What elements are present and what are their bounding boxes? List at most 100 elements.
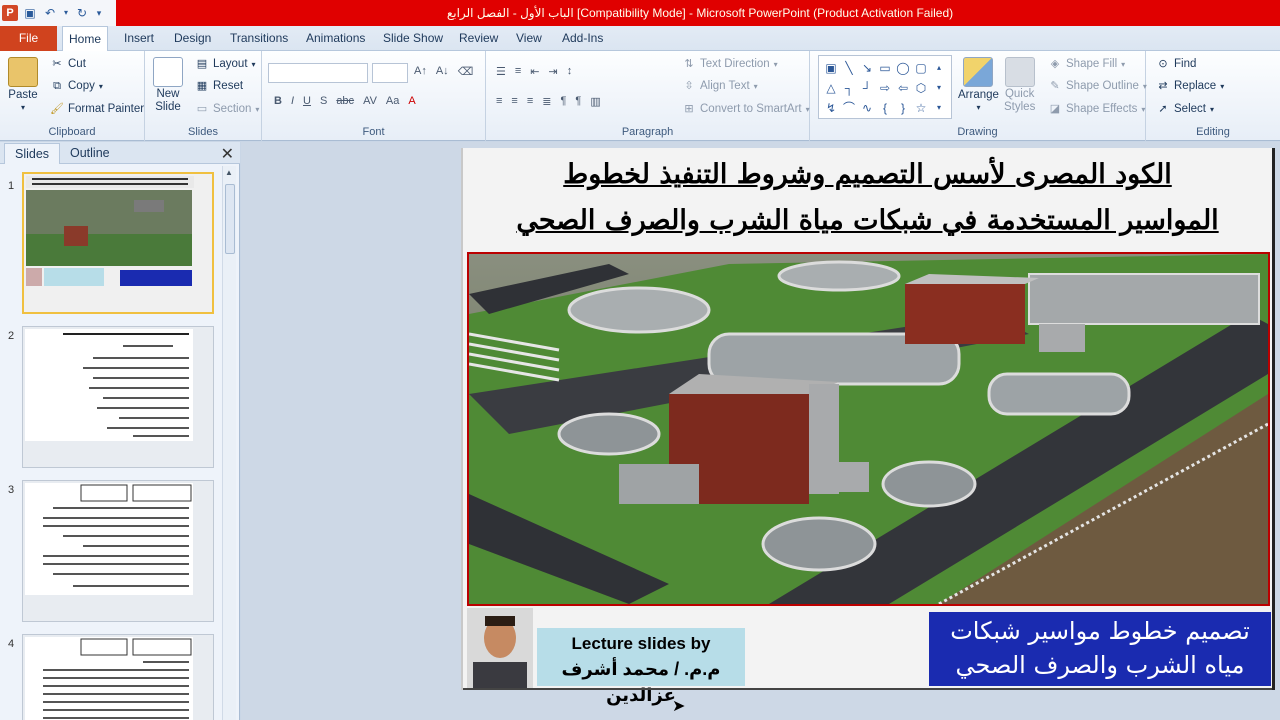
rectangle-shape-icon[interactable]: ▭ bbox=[876, 58, 894, 78]
tab-outline[interactable]: Outline bbox=[60, 143, 120, 164]
clear-formatting-icon[interactable]: ⌫ bbox=[458, 65, 474, 78]
lecture-credit-box[interactable]: Lecture slides by م.م. / محمد أشرف عزالد… bbox=[537, 628, 745, 705]
shapes-gallery[interactable]: ▣ ╲ ↘ ▭ ◯ ▢ ▴ △ ┐ ┘ ⇨ ⇦ ⬡ ▾ ↯ ⌒ ∿{} ☆ ▾ bbox=[818, 55, 952, 119]
save-icon[interactable]: ▣ bbox=[22, 5, 38, 21]
copy-button[interactable]: ⧉ Copy ▾ bbox=[50, 79, 103, 93]
elbow-connector-2-icon[interactable]: ┘ bbox=[858, 78, 876, 98]
layout-button[interactable]: ▤ Layout ▾ bbox=[195, 57, 256, 71]
undo-icon[interactable]: ↶ bbox=[42, 5, 58, 21]
change-case-icon[interactable]: Aa bbox=[386, 95, 399, 107]
grow-font-icon[interactable]: A↑ bbox=[414, 65, 427, 78]
rtl-icon[interactable]: ¶ bbox=[560, 95, 566, 108]
align-center-icon[interactable]: ≡ bbox=[511, 95, 517, 108]
shape-outline-button[interactable]: ✎ Shape Outline ▾ bbox=[1048, 79, 1147, 93]
close-pane-icon[interactable]: ✕ bbox=[221, 144, 234, 164]
left-arrow-shape-icon[interactable]: ⇦ bbox=[894, 78, 912, 98]
paste-button[interactable]: Paste ▾ bbox=[8, 57, 38, 112]
gallery-more-icon[interactable]: ▾ bbox=[930, 98, 948, 118]
brace-left-icon[interactable]: { bbox=[876, 98, 894, 118]
customize-qat-icon[interactable]: ▾ bbox=[94, 5, 104, 21]
tab-review[interactable]: Review bbox=[453, 26, 504, 51]
strikethrough-icon[interactable]: abc bbox=[336, 95, 354, 107]
select-button[interactable]: ➚ Select ▾ bbox=[1156, 102, 1214, 116]
elbow-connector-icon[interactable]: ┐ bbox=[840, 78, 858, 98]
tab-home[interactable]: Home bbox=[62, 26, 109, 52]
gallery-down-icon[interactable]: ▾ bbox=[930, 78, 948, 98]
powerpoint-logo-icon[interactable]: P bbox=[2, 5, 18, 21]
slide-title[interactable]: الكود المصرى لأسس التصميم وشروط التنفيذ … bbox=[467, 152, 1268, 244]
bold-icon[interactable]: B bbox=[274, 95, 282, 107]
slide-editing-area[interactable]: الكود المصرى لأسس التصميم وشروط التنفيذ … bbox=[241, 142, 1280, 720]
font-color-icon[interactable]: A bbox=[408, 95, 415, 107]
bullets-icon[interactable]: ☰ bbox=[496, 65, 506, 78]
tab-view[interactable]: View bbox=[510, 26, 548, 51]
star-shape-icon[interactable]: ☆ bbox=[912, 98, 930, 118]
arrange-button[interactable]: Arrange ▾ bbox=[958, 57, 999, 112]
right-arrow-shape-icon[interactable]: ⇨ bbox=[876, 78, 894, 98]
slide-thumbnail-3[interactable] bbox=[22, 480, 214, 622]
find-button[interactable]: ⊙ Find bbox=[1156, 57, 1196, 71]
font-size-combo[interactable] bbox=[372, 63, 408, 83]
thumbnail-scrollbar[interactable]: ▲ bbox=[222, 166, 236, 720]
line-spacing-icon[interactable]: ↕ bbox=[567, 65, 573, 78]
cut-button[interactable]: ✂ Cut bbox=[50, 57, 86, 71]
decrease-indent-icon[interactable]: ⇤ bbox=[530, 65, 539, 78]
brace-right-icon[interactable]: } bbox=[894, 98, 912, 118]
underline-icon[interactable]: U bbox=[303, 95, 311, 107]
shape-effects-button[interactable]: ◪ Shape Effects ▾ bbox=[1048, 102, 1146, 116]
oval-shape-icon[interactable]: ◯ bbox=[894, 58, 912, 78]
tab-slide-show[interactable]: Slide Show bbox=[377, 26, 449, 51]
scroll-thumb[interactable] bbox=[225, 184, 235, 254]
tab-animations[interactable]: Animations bbox=[300, 26, 371, 51]
align-text-button[interactable]: ⇳ Align Text ▾ bbox=[682, 79, 757, 93]
italic-icon[interactable]: I bbox=[291, 95, 294, 107]
thumbnail-list[interactable]: 1 2 3 4 bbox=[0, 166, 222, 720]
undo-dropdown-icon[interactable]: ▾ bbox=[62, 5, 70, 21]
text-direction-button[interactable]: ⇅ Text Direction ▾ bbox=[682, 57, 777, 71]
convert-smartart-button[interactable]: ⊞ Convert to SmartArt ▾ bbox=[682, 102, 809, 116]
numbering-icon[interactable]: ≡ bbox=[515, 65, 521, 78]
font-name-combo[interactable] bbox=[268, 63, 368, 83]
quick-styles-button[interactable]: Quick Styles bbox=[1004, 57, 1035, 113]
shrink-font-icon[interactable]: A↓ bbox=[436, 65, 449, 78]
redo-icon[interactable]: ↻ bbox=[74, 5, 90, 21]
gallery-up-icon[interactable]: ▴ bbox=[930, 58, 948, 78]
justify-icon[interactable]: ≣ bbox=[542, 95, 551, 108]
current-slide[interactable]: الكود المصرى لأسس التصميم وشروط التنفيذ … bbox=[461, 148, 1275, 705]
curve-shape-icon[interactable]: ⌒ bbox=[840, 98, 858, 118]
scroll-up-icon[interactable]: ▲ bbox=[225, 168, 233, 177]
replace-button[interactable]: ⇄ Replace ▾ bbox=[1156, 79, 1224, 93]
arc-shape-icon[interactable]: ∿ bbox=[858, 98, 876, 118]
tab-add-ins[interactable]: Add-Ins bbox=[556, 26, 609, 51]
textbox-shape-icon[interactable]: ▣ bbox=[822, 58, 840, 78]
group-label-paragraph: Paragraph bbox=[621, 126, 674, 138]
tab-file[interactable]: File bbox=[0, 26, 57, 51]
slide-thumbnail-1[interactable] bbox=[22, 172, 214, 314]
shadow-icon[interactable]: S bbox=[320, 95, 327, 107]
tab-insert[interactable]: Insert bbox=[118, 26, 160, 51]
char-spacing-icon[interactable]: AV bbox=[363, 95, 377, 107]
new-slide-button[interactable]: New Slide bbox=[153, 57, 183, 113]
treatment-plant-image[interactable] bbox=[467, 252, 1270, 606]
columns-icon[interactable]: ▥ bbox=[590, 95, 600, 108]
flowchart-shape-icon[interactable]: ⬡ bbox=[912, 78, 930, 98]
align-left-icon[interactable]: ≡ bbox=[496, 95, 502, 108]
freeform-shape-icon[interactable]: ↯ bbox=[822, 98, 840, 118]
tab-transitions[interactable]: Transitions bbox=[224, 26, 294, 51]
line-shape-icon[interactable]: ╲ bbox=[840, 58, 858, 78]
arrow-line-shape-icon[interactable]: ↘ bbox=[858, 58, 876, 78]
slide-thumbnail-2[interactable] bbox=[22, 326, 214, 468]
rounded-rect-shape-icon[interactable]: ▢ bbox=[912, 58, 930, 78]
ltr-icon[interactable]: ¶ bbox=[575, 95, 581, 108]
reset-button[interactable]: ▦ Reset bbox=[195, 79, 243, 93]
tab-slides[interactable]: Slides bbox=[4, 143, 61, 164]
format-painter-button[interactable]: 🖌 Format Painter bbox=[50, 102, 144, 116]
shape-fill-button[interactable]: ◈ Shape Fill ▾ bbox=[1048, 57, 1125, 71]
slide-thumbnail-4[interactable] bbox=[22, 634, 214, 720]
course-title-box[interactable]: تصميم خطوط مواسير شبكات مياه الشرب والصر… bbox=[929, 612, 1271, 686]
increase-indent-icon[interactable]: ⇥ bbox=[549, 65, 558, 78]
align-right-icon[interactable]: ≡ bbox=[527, 95, 533, 108]
tab-design[interactable]: Design bbox=[168, 26, 217, 51]
triangle-shape-icon[interactable]: △ bbox=[822, 78, 840, 98]
section-button[interactable]: ▭ Section ▾ bbox=[195, 102, 260, 116]
